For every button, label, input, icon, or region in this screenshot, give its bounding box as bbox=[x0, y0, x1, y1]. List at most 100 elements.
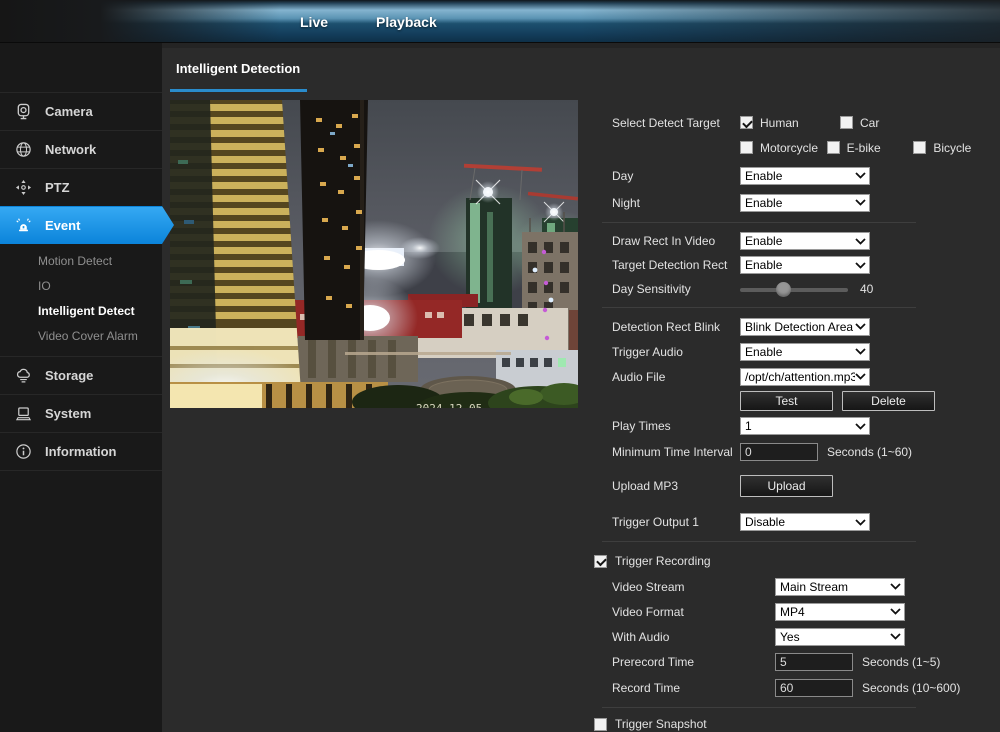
upload-button[interactable]: Upload bbox=[740, 475, 833, 497]
sidebar-item-camera[interactable]: Camera bbox=[0, 92, 162, 130]
form-row-video-stream: Video Stream Main Stream bbox=[594, 574, 1000, 599]
field-label: Trigger Audio bbox=[612, 345, 740, 359]
sidebar-subitem-io[interactable]: IO bbox=[0, 274, 162, 299]
delete-button[interactable]: Delete bbox=[842, 391, 935, 411]
sidebar: Camera Network PTZ Event bbox=[0, 43, 162, 732]
form-row-trigger-output-1: Trigger Output 1 Disable bbox=[594, 509, 1000, 535]
city-night-scene: 2024-12-05 bbox=[170, 100, 578, 408]
sidebar-item-information[interactable]: Information bbox=[0, 432, 162, 470]
night-select[interactable]: Enable bbox=[740, 194, 870, 212]
form-row-trigger-audio: Trigger Audio Enable bbox=[594, 339, 1000, 364]
section-divider bbox=[602, 707, 916, 708]
chevron-down-icon bbox=[855, 238, 866, 245]
sidebar-menu: Camera Network PTZ Event bbox=[0, 92, 162, 471]
bicycle-checkbox[interactable] bbox=[913, 141, 926, 154]
test-button[interactable]: Test bbox=[740, 391, 833, 411]
tab-playback[interactable]: Playback bbox=[376, 14, 437, 30]
tab-intelligent-detection[interactable]: Intelligent Detection bbox=[176, 61, 300, 76]
record-time-input[interactable] bbox=[775, 679, 853, 697]
ptz-icon bbox=[14, 179, 32, 197]
checkbox-label: Trigger Recording bbox=[615, 554, 711, 568]
sidebar-item-label: System bbox=[45, 406, 91, 421]
chevron-down-icon bbox=[855, 519, 866, 526]
selected-value: Enable bbox=[745, 196, 782, 210]
form-row-night: Night Enable bbox=[594, 189, 1000, 216]
event-icon bbox=[14, 217, 32, 235]
information-icon bbox=[14, 443, 32, 461]
form-row-trigger-snapshot: Trigger Snapshot bbox=[594, 712, 1000, 732]
tab-live[interactable]: Live bbox=[300, 14, 328, 30]
form-row-minimum-time-interval: Minimum Time Interval Seconds (1~60) bbox=[594, 439, 1000, 465]
checkbox-ebike[interactable]: E-bike bbox=[827, 141, 914, 155]
content-area: Intelligent Detection bbox=[162, 43, 1000, 732]
form-row-with-audio: With Audio Yes bbox=[594, 624, 1000, 649]
chevron-down-icon bbox=[855, 323, 866, 330]
with-audio-select[interactable]: Yes bbox=[775, 628, 905, 646]
sidebar-item-storage[interactable]: Storage bbox=[0, 356, 162, 394]
form-row-detection-rect-blink: Detection Rect Blink Blink Detection Are… bbox=[594, 314, 1000, 339]
field-label: Upload MP3 bbox=[612, 479, 740, 493]
human-checkbox[interactable] bbox=[740, 116, 753, 129]
slider-value: 40 bbox=[860, 282, 873, 296]
ebike-checkbox[interactable] bbox=[827, 141, 840, 154]
day-sensitivity-slider[interactable] bbox=[740, 282, 848, 297]
motorcycle-checkbox[interactable] bbox=[740, 141, 753, 154]
play-times-select[interactable]: 1 bbox=[740, 417, 870, 435]
form-row-select-detect-target: Select Detect Target Human Car bbox=[594, 110, 1000, 135]
unit-label: Seconds (1~5) bbox=[862, 655, 940, 669]
sidebar-subitem-intelligent-detect[interactable]: Intelligent Detect bbox=[0, 299, 162, 324]
trigger-audio-select[interactable]: Enable bbox=[740, 343, 870, 361]
checkbox-motorcycle[interactable]: Motorcycle bbox=[740, 141, 827, 155]
sidebar-item-label: Storage bbox=[45, 368, 93, 383]
selected-value: Yes bbox=[780, 630, 800, 644]
sidebar-item-label: Camera bbox=[45, 104, 93, 119]
form-row-audio-buttons: Test Delete bbox=[594, 389, 1000, 413]
field-label: Minimum Time Interval bbox=[612, 445, 740, 459]
section-divider bbox=[602, 541, 916, 542]
sidebar-subitem-video-cover-alarm[interactable]: Video Cover Alarm bbox=[0, 324, 162, 349]
selected-value: Enable bbox=[745, 169, 782, 183]
checkbox-label: Trigger Snapshot bbox=[615, 717, 707, 731]
minimum-time-interval-input[interactable] bbox=[740, 443, 818, 461]
form-row-day: Day Enable bbox=[594, 162, 1000, 189]
day-select[interactable]: Enable bbox=[740, 167, 870, 185]
field-label: Video Stream bbox=[612, 580, 775, 594]
video-format-select[interactable]: MP4 bbox=[775, 603, 905, 621]
sidebar-item-ptz[interactable]: PTZ bbox=[0, 168, 162, 206]
sidebar-subitem-motion-detect[interactable]: Motion Detect bbox=[0, 249, 162, 274]
selected-value: MP4 bbox=[780, 605, 805, 619]
sidebar-item-system[interactable]: System bbox=[0, 394, 162, 432]
car-checkbox[interactable] bbox=[840, 116, 853, 129]
sidebar-item-network[interactable]: Network bbox=[0, 130, 162, 168]
selected-value: Main Stream bbox=[780, 580, 848, 594]
form-row-prerecord-time: Prerecord Time Seconds (1~5) bbox=[594, 649, 1000, 675]
checkbox-bicycle[interactable]: Bicycle bbox=[913, 141, 1000, 155]
checkbox-car[interactable]: Car bbox=[840, 116, 940, 130]
draw-rect-in-video-select[interactable]: Enable bbox=[740, 232, 870, 250]
detection-rect-blink-select[interactable]: Blink Detection Area bbox=[740, 318, 870, 336]
checkbox-label: Human bbox=[760, 116, 799, 130]
trigger-recording-checkbox[interactable] bbox=[594, 555, 607, 568]
system-icon bbox=[14, 405, 32, 423]
video-stream-select[interactable]: Main Stream bbox=[775, 578, 905, 596]
field-label: Trigger Output 1 bbox=[612, 515, 740, 529]
field-label: Select Detect Target bbox=[612, 116, 740, 130]
video-preview[interactable]: 2024-12-05 bbox=[170, 100, 578, 408]
field-label: Night bbox=[612, 196, 740, 210]
target-detection-rect-select[interactable]: Enable bbox=[740, 256, 870, 274]
field-label: Day bbox=[612, 169, 740, 183]
checkbox-label: Bicycle bbox=[933, 141, 971, 155]
sidebar-item-event[interactable]: Event bbox=[0, 206, 174, 244]
field-label: Audio File bbox=[612, 370, 740, 384]
selected-value: Enable bbox=[745, 258, 782, 272]
checkbox-human[interactable]: Human bbox=[740, 116, 840, 130]
prerecord-time-input[interactable] bbox=[775, 653, 853, 671]
trigger-snapshot-checkbox[interactable] bbox=[594, 718, 607, 731]
field-label: Play Times bbox=[612, 419, 740, 433]
slider-thumb[interactable] bbox=[776, 282, 791, 297]
chevron-down-icon bbox=[890, 608, 901, 615]
chevron-down-icon bbox=[855, 423, 866, 430]
trigger-output-1-select[interactable]: Disable bbox=[740, 513, 870, 531]
audio-file-select[interactable]: /opt/ch/attention.mp3 bbox=[740, 368, 870, 386]
app-window: Live Playback Camera Network bbox=[0, 0, 1000, 732]
